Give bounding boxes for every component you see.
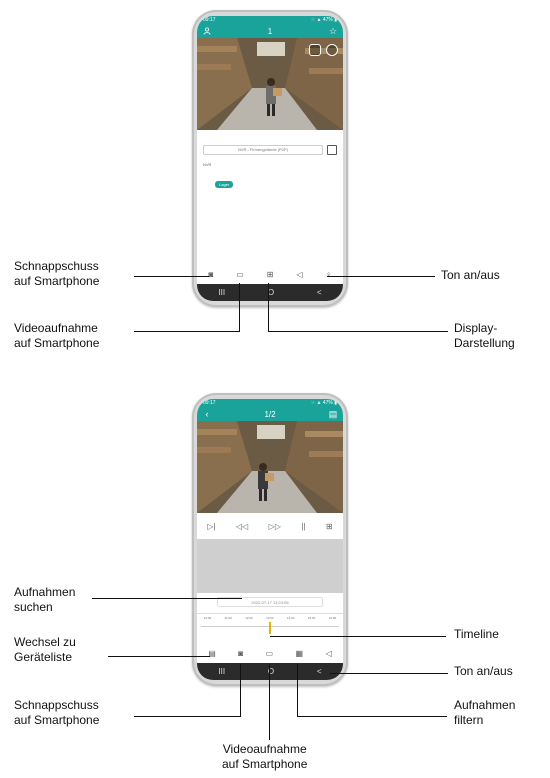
rewind-icon[interactable]: ◁◁ [236, 522, 248, 531]
user-icon[interactable] [202, 26, 212, 36]
filter-icon[interactable]: ▦ [296, 649, 304, 658]
label-sound-2: Ton an/aus [454, 664, 513, 678]
mic-icon[interactable]: ♀ [325, 270, 331, 279]
timeline-tick: 16:00 [328, 616, 337, 620]
label-sound-1: Ton an/aus [441, 268, 500, 282]
callout-line [327, 276, 435, 277]
recent-apps-button[interactable]: III [218, 667, 225, 676]
page-title: 1/2 [264, 409, 276, 419]
pip-toggle-button[interactable] [309, 44, 321, 56]
tree-root-label: NVR [203, 162, 212, 167]
label-timeline-2: Timeline [454, 627, 499, 641]
live-control-bar: ◙ ▭ ⊞ ◁ ♀ [197, 268, 343, 280]
status-time: 09:17 [203, 17, 216, 23]
callout-line [92, 598, 242, 599]
callout-line [297, 716, 447, 717]
calendar-icon[interactable]: ▤ [328, 409, 338, 419]
callout-line [239, 283, 240, 332]
label-display-1: Display- Darstellung [454, 321, 515, 350]
timeline-tick: 13:00 [266, 616, 274, 620]
status-time: 09:17 [203, 400, 216, 406]
callout-line [270, 636, 446, 637]
callout-line [134, 276, 209, 277]
pause-icon[interactable]: || [301, 522, 305, 531]
callout-line [134, 716, 240, 717]
tree-child-lager[interactable]: Lager [215, 181, 234, 188]
timeline-cursor[interactable] [269, 622, 271, 634]
empty-panel [197, 539, 343, 593]
label-switch-2: Wechsel zu Geräteliste [14, 635, 76, 664]
label-video-1: Videoaufnahme auf Smartphone [14, 321, 100, 350]
fast-forward-icon[interactable]: ▷▷ [269, 522, 281, 531]
status-bar: 09:17 ⁙ ▲ 47% ▮ [197, 16, 343, 24]
back-button[interactable]: < [317, 667, 322, 676]
timeline-tick: 11:00 [224, 616, 232, 620]
app-bar: ‹ 1/2 ▤ [197, 407, 343, 421]
tree-child-label: Lager [219, 182, 230, 187]
back-button[interactable]: < [317, 288, 322, 297]
frame-step-icon[interactable]: ▷| [207, 522, 215, 531]
timeline[interactable]: 10:00 11:00 12:00 13:00 14:00 15:00 16:0… [197, 613, 343, 636]
playback-video-feed[interactable] [197, 421, 343, 513]
device-settings-icon[interactable] [327, 144, 337, 155]
camera-video-feed[interactable] [197, 38, 343, 130]
speaker-icon[interactable]: ◁ [296, 270, 302, 279]
callout-line [297, 664, 298, 717]
callout-line [268, 283, 269, 332]
status-indicators: ⁙ ▲ 47% ▮ [310, 400, 337, 406]
grid-icon[interactable]: ⊞ [267, 270, 274, 279]
android-nav-bar: III O < [197, 663, 343, 680]
timeline-tick: 14:00 [286, 616, 295, 620]
phone-live-view: 09:17 ⁙ ▲ 47% ▮ 1 ☆ NVR - Firmengelände … [192, 10, 348, 307]
record-icon[interactable]: ▭ [236, 270, 244, 279]
search-date-text: 2022-07-17 13:24:05 [251, 599, 289, 605]
callout-line [268, 331, 448, 332]
app-bar: 1 ☆ [197, 24, 343, 38]
callout-line [269, 664, 270, 740]
device-name-bar: NVR - Firmengelände (P2P) [203, 144, 337, 155]
speaker-icon[interactable]: ◁ [326, 649, 332, 658]
timeline-tick: 10:00 [203, 616, 212, 620]
phone-screen: 09:17 ⁙ ▲ 47% ▮ 1 ☆ NVR - Firmengelände … [197, 16, 343, 301]
timeline-tick: 12:00 [245, 616, 253, 620]
timeline-ticks: 10:00 11:00 12:00 13:00 14:00 15:00 16:0… [197, 616, 343, 620]
device-name-text: NVR - Firmengelände (P2P) [237, 147, 289, 152]
tree-root[interactable]: NVR [203, 162, 337, 167]
phone-playback-view: 09:17 ⁙ ▲ 47% ▮ ‹ 1/2 ▤ ▷| ◁◁ ▷▷ || ⊞ 20… [192, 393, 348, 686]
ptz-control-button[interactable] [326, 44, 338, 56]
device-tree: NVR Lager [203, 162, 337, 188]
label-video-2: Videoaufnahme auf Smartphone [222, 742, 308, 771]
label-filter-2: Aufnahmen filtern [454, 698, 516, 727]
callout-line [134, 331, 239, 332]
record-icon[interactable]: ▭ [266, 649, 274, 658]
callout-line [108, 656, 210, 657]
recent-apps-button[interactable]: III [218, 288, 225, 297]
android-nav-bar: III O < [197, 284, 343, 301]
snapshot-icon[interactable]: ◙ [238, 649, 243, 658]
page-title: 1 [267, 26, 273, 36]
status-bar: 09:17 ⁙ ▲ 47% ▮ [197, 399, 343, 407]
timeline-tick: 15:00 [307, 616, 316, 620]
playback-control-bar: ▷| ◁◁ ▷▷ || ⊞ [197, 520, 343, 532]
star-icon[interactable]: ☆ [328, 26, 338, 36]
label-snapshot-2: Schnappschuss auf Smartphone [14, 698, 100, 727]
callout-line [330, 673, 448, 674]
grid-icon[interactable]: ⊞ [326, 522, 333, 531]
back-arrow-icon[interactable]: ‹ [202, 409, 212, 419]
device-name-field[interactable]: NVR - Firmengelände (P2P) [203, 144, 323, 155]
playback-bottom-bar: ▤ ◙ ▭ ▦ ◁ [197, 647, 343, 659]
label-snapshot-1: Schnappschuss auf Smartphone [14, 259, 100, 288]
status-indicators: ⁙ ▲ 47% ▮ [310, 17, 337, 23]
snapshot-icon[interactable]: ◙ [208, 270, 213, 279]
callout-line [240, 664, 241, 717]
label-search-2: Aufnahmen suchen [14, 585, 76, 614]
phone-screen: 09:17 ⁙ ▲ 47% ▮ ‹ 1/2 ▤ ▷| ◁◁ ▷▷ || ⊞ 20… [197, 399, 343, 680]
